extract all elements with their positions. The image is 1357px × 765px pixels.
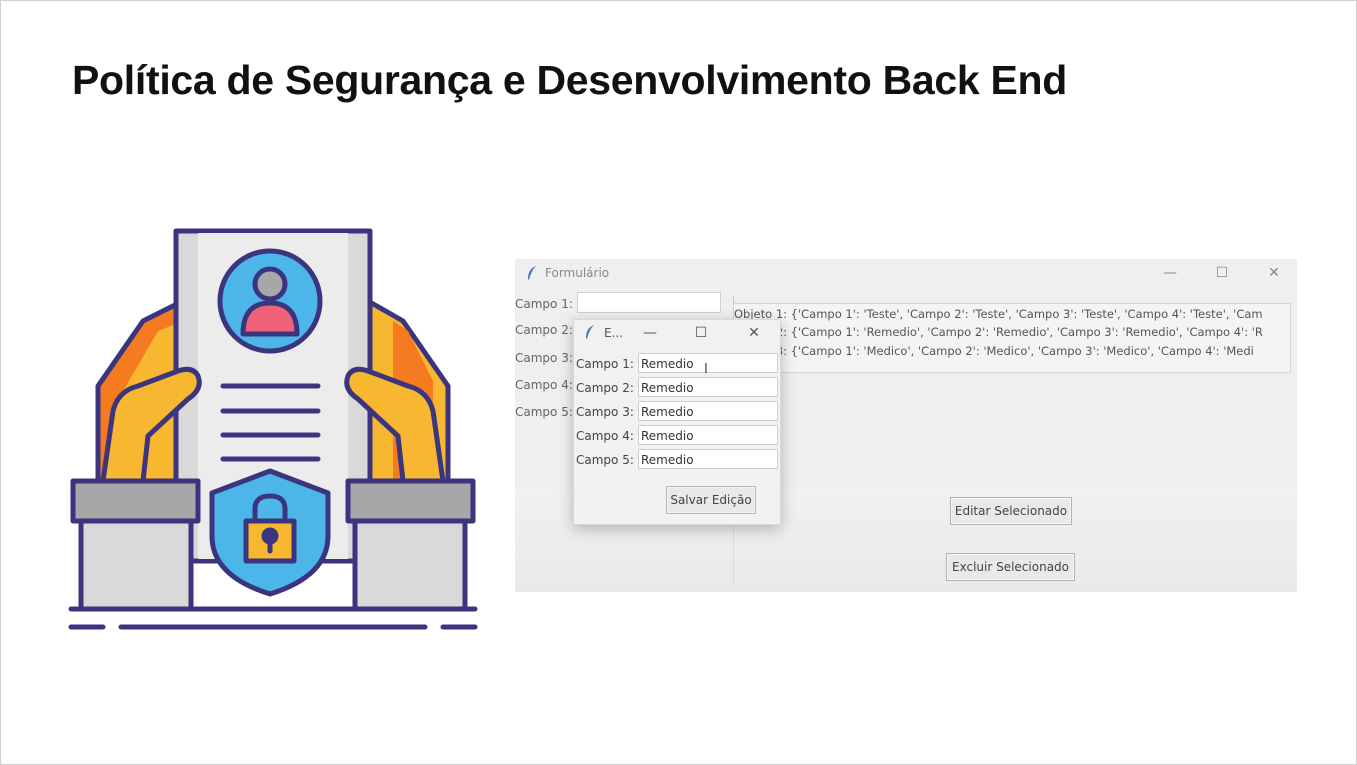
dialog-campo2-label: Campo 2: [576,381,634,395]
security-document-hands-illustration [68,228,478,630]
edit-dialog: E... — ☐ ✕ Campo 1: Remedio Campo 2: Rem… [573,319,781,525]
dialog-campo5-input[interactable]: Remedio [638,449,778,469]
campo5-label: Campo 5: [515,405,573,419]
window-title: Formulário [545,266,610,280]
text-cursor-icon: I [704,362,708,377]
minimize-button[interactable]: — [1153,261,1187,285]
dialog-minimize-button[interactable]: — [636,322,664,344]
save-edit-button[interactable]: Salvar Edição [666,486,756,514]
maximize-button[interactable]: ☐ [1205,261,1239,285]
campo1-label: Campo 1: [515,297,573,311]
dialog-campo3-label: Campo 3: [576,405,634,419]
feather-icon [586,325,594,339]
dialog-close-button[interactable]: ✕ [740,322,768,344]
window-titlebar: Formulário — ☐ ✕ [515,259,1297,287]
delete-selected-button[interactable]: Excluir Selecionado [946,553,1075,581]
edit-selected-button[interactable]: Editar Selecionado [950,497,1072,525]
list-item[interactable]: Objeto 1: {'Campo 1': 'Teste', 'Campo 2'… [734,307,1263,321]
slide-title: Política de Segurança e Desenvolvimento … [72,57,1068,103]
dialog-maximize-button[interactable]: ☐ [687,322,715,344]
app-screenshot: Formulário — ☐ ✕ Campo 1: Campo 2: Campo… [515,259,1297,592]
dialog-campo5-label: Campo 5: [576,453,634,467]
objects-listbox[interactable]: Objeto 1: {'Campo 1': 'Teste', 'Campo 2'… [733,303,1291,373]
dialog-campo4-input[interactable]: Remedio [638,425,778,445]
dialog-campo4-label: Campo 4: [576,429,634,443]
campo3-label: Campo 3: [515,351,573,365]
dialog-campo1-input[interactable]: Remedio [638,353,778,373]
dialog-campo1-label: Campo 1: [576,357,634,371]
dialog-campo3-input[interactable]: Remedio [638,401,778,421]
presentation-slide: Política de Segurança e Desenvolvimento … [0,0,1357,765]
dialog-title: E... [604,326,624,340]
campo4-label: Campo 4: [515,378,573,392]
list-item[interactable]: Objeto 2: {'Campo 1': 'Remedio', 'Campo … [734,325,1263,339]
campo1-input[interactable] [577,292,721,313]
feather-icon [528,266,536,280]
campo2-label: Campo 2: [515,323,573,337]
close-button[interactable]: ✕ [1257,261,1291,285]
dialog-campo2-input[interactable]: Remedio [638,377,778,397]
list-item[interactable]: Objeto 3: {'Campo 1': 'Medico', 'Campo 2… [734,344,1254,358]
